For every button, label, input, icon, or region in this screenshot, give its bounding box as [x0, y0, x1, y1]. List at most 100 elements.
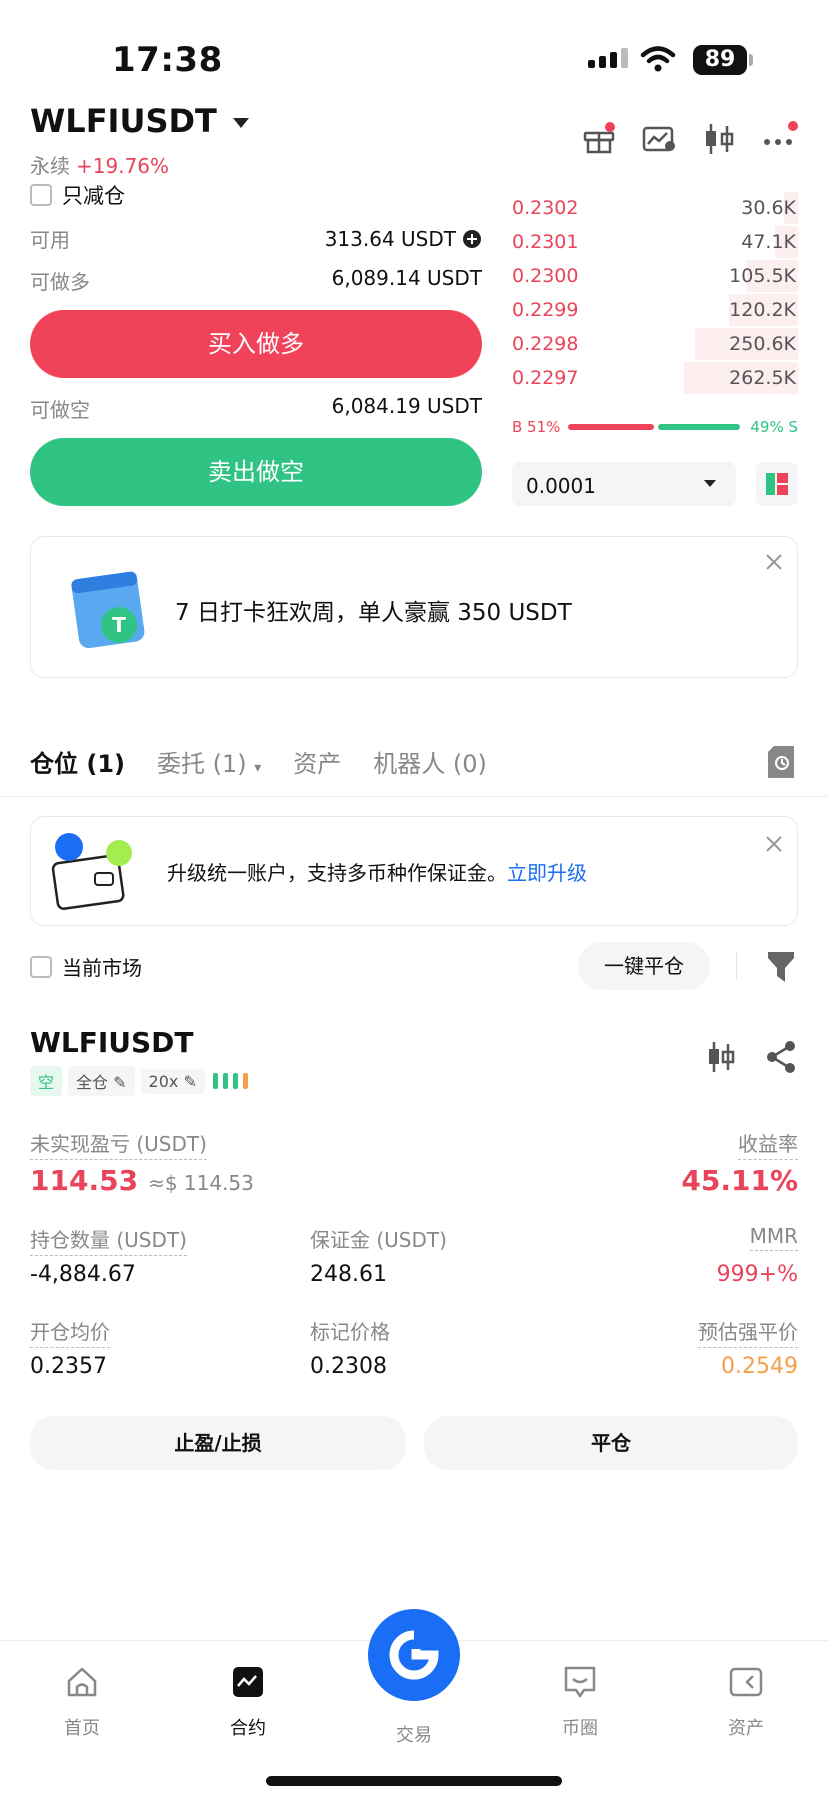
position-tabs: 仓位 (1) 委托 (1) ▾ 资产 机器人 (0) [30, 744, 487, 779]
share-icon[interactable] [766, 1040, 798, 1074]
more-icon[interactable] [762, 120, 798, 150]
orderbook-row[interactable]: 0.2297 262.5K [512, 362, 798, 394]
available-row: 可用 313.64 USDT [30, 224, 482, 253]
tab-orders-label: 委托 (1) [157, 750, 247, 778]
tab-positions[interactable]: 仓位 (1) [30, 744, 125, 779]
close-all-button[interactable]: 一键平仓 [578, 942, 710, 990]
leverage-tag[interactable]: 20x ✎ [140, 1068, 205, 1094]
margin-label: 保证金 (USDT) [310, 1228, 447, 1252]
ask-price: 0.2300 [512, 265, 579, 287]
upgrade-text: 升级统一账户，支持多币种作保证金。 [167, 861, 507, 885]
svg-text:T: T [112, 613, 126, 637]
buy-ratio: B 51% [512, 418, 561, 436]
ask-quantity: 30.6K [741, 197, 796, 219]
edit-icon: ✎ [183, 1071, 197, 1091]
candlestick-icon[interactable] [706, 1040, 736, 1074]
margin-mode-label: 全仓 [76, 1073, 109, 1092]
ask-price: 0.2298 [512, 333, 579, 355]
wallet-icon [729, 1667, 763, 1697]
symbol-selector[interactable]: WLFIUSDT [30, 102, 249, 140]
status-time: 17:38 [112, 40, 223, 80]
tab-bots[interactable]: 机器人 (0) [373, 744, 487, 779]
nav-community[interactable]: 币圈 [530, 1665, 630, 1740]
close-icon[interactable] [765, 553, 783, 571]
liq-price-value: 0.2549 [721, 1354, 798, 1379]
filter-icon[interactable] [766, 950, 796, 984]
checkbox-box[interactable] [30, 184, 52, 206]
reduce-only-label: 只减仓 [62, 184, 125, 208]
reduce-only-checkbox[interactable]: 只减仓 [30, 180, 125, 210]
ask-quantity: 250.6K [729, 333, 796, 355]
current-market-checkbox[interactable]: 当前市场 [30, 952, 142, 981]
wallet-icon [51, 833, 132, 910]
filter-divider [736, 952, 737, 980]
tpsl-button[interactable]: 止盈/止损 [30, 1416, 406, 1470]
roe-label: 收益率 [738, 1128, 798, 1160]
margin-mode-tag[interactable]: 全仓 ✎ [68, 1066, 135, 1096]
contract-info: 永续 +19.76% [30, 150, 169, 179]
wifi-icon [640, 46, 676, 72]
candlestick-icon[interactable] [702, 122, 736, 156]
orderbook-layout-button[interactable] [756, 462, 798, 506]
sell-short-button[interactable]: 卖出做空 [30, 438, 482, 506]
promo-text: 7 日打卡狂欢周，单人豪赢 350 USDT [175, 600, 572, 626]
checkbox-box[interactable] [30, 955, 52, 978]
chevron-down-icon [232, 118, 249, 128]
upgrade-text-wrap: 升级统一账户，支持多币种作保证金。立即升级 [167, 857, 587, 886]
tab-assets[interactable]: 资产 [293, 744, 341, 779]
mark-price-label: 标记价格 [310, 1320, 390, 1344]
trade-logo-icon [389, 1630, 439, 1680]
buy-long-button[interactable]: 买入做多 [30, 310, 482, 378]
layout-icon [766, 473, 788, 495]
battery-icon: 89 [693, 45, 747, 75]
orderbook-row[interactable]: 0.2300 105.5K [512, 260, 798, 292]
upgrade-banner[interactable]: 升级统一账户，支持多币种作保证金。立即升级 [30, 816, 798, 926]
chart-settings-icon[interactable] [642, 124, 676, 154]
trade-fab[interactable] [368, 1609, 460, 1701]
mark-price-value: 0.2308 [310, 1354, 387, 1379]
available-label: 可用 [30, 228, 70, 252]
nav-home[interactable]: 首页 [32, 1665, 132, 1740]
position-symbol: WLFIUSDT [30, 1026, 194, 1059]
orderbook-row[interactable]: 0.2299 120.2K [512, 294, 798, 326]
ask-quantity: 120.2K [729, 299, 796, 321]
mmr-value: 999+% [716, 1262, 798, 1287]
size-value: -4,884.67 [30, 1262, 136, 1287]
home-indicator [266, 1776, 562, 1786]
tab-orders[interactable]: 委托 (1) ▾ [157, 744, 261, 779]
gift-icon[interactable] [582, 122, 616, 154]
nav-home-label: 首页 [64, 1718, 100, 1739]
close-position-button[interactable]: 平仓 [424, 1416, 798, 1470]
promo-banner[interactable]: T 7 日打卡狂欢周，单人豪赢 350 USDT [30, 536, 798, 678]
ask-price: 0.2301 [512, 231, 579, 253]
home-icon [67, 1667, 97, 1697]
close-icon[interactable] [765, 835, 783, 853]
orderbook-row[interactable]: 0.2298 250.6K [512, 328, 798, 360]
community-icon [564, 1666, 596, 1698]
entry-price-label: 开仓均价 [30, 1316, 110, 1348]
entry-price-value: 0.2357 [30, 1354, 107, 1379]
position-tags: 空 全仓 ✎ 20x ✎ [30, 1066, 255, 1096]
orderbook-row[interactable]: 0.2301 47.1K [512, 226, 798, 258]
ask-quantity: 47.1K [741, 231, 796, 253]
nav-assets-label: 资产 [728, 1718, 764, 1739]
available-value: 313.64 USDT [324, 226, 456, 251]
cellular-signal-icon [588, 48, 628, 68]
upgrade-link[interactable]: 立即升级 [507, 861, 587, 885]
calendar-promo-icon: T [71, 571, 145, 649]
nav-community-label: 币圈 [562, 1718, 598, 1739]
history-icon[interactable] [766, 746, 796, 778]
nav-futures[interactable]: 合约 [198, 1665, 298, 1740]
add-funds-icon[interactable] [462, 229, 482, 249]
precision-value: 0.0001 [526, 474, 596, 498]
can-long-value: 6,089.14 USDT [331, 266, 482, 290]
can-long-row: 可做多 6,089.14 USDT [30, 266, 482, 295]
orderbook-row[interactable]: 0.2302 30.6K [512, 192, 798, 224]
precision-select[interactable]: 0.0001 [512, 462, 736, 506]
nav-trade-label[interactable]: 交易 [364, 1721, 464, 1747]
unrealized-pnl: 114.53 ≈$ 114.53 [30, 1164, 254, 1197]
futures-icon [233, 1667, 263, 1697]
leverage-label: 20x [148, 1071, 179, 1091]
nav-assets[interactable]: 资产 [696, 1665, 796, 1740]
price-change: +19.76% [76, 154, 170, 178]
